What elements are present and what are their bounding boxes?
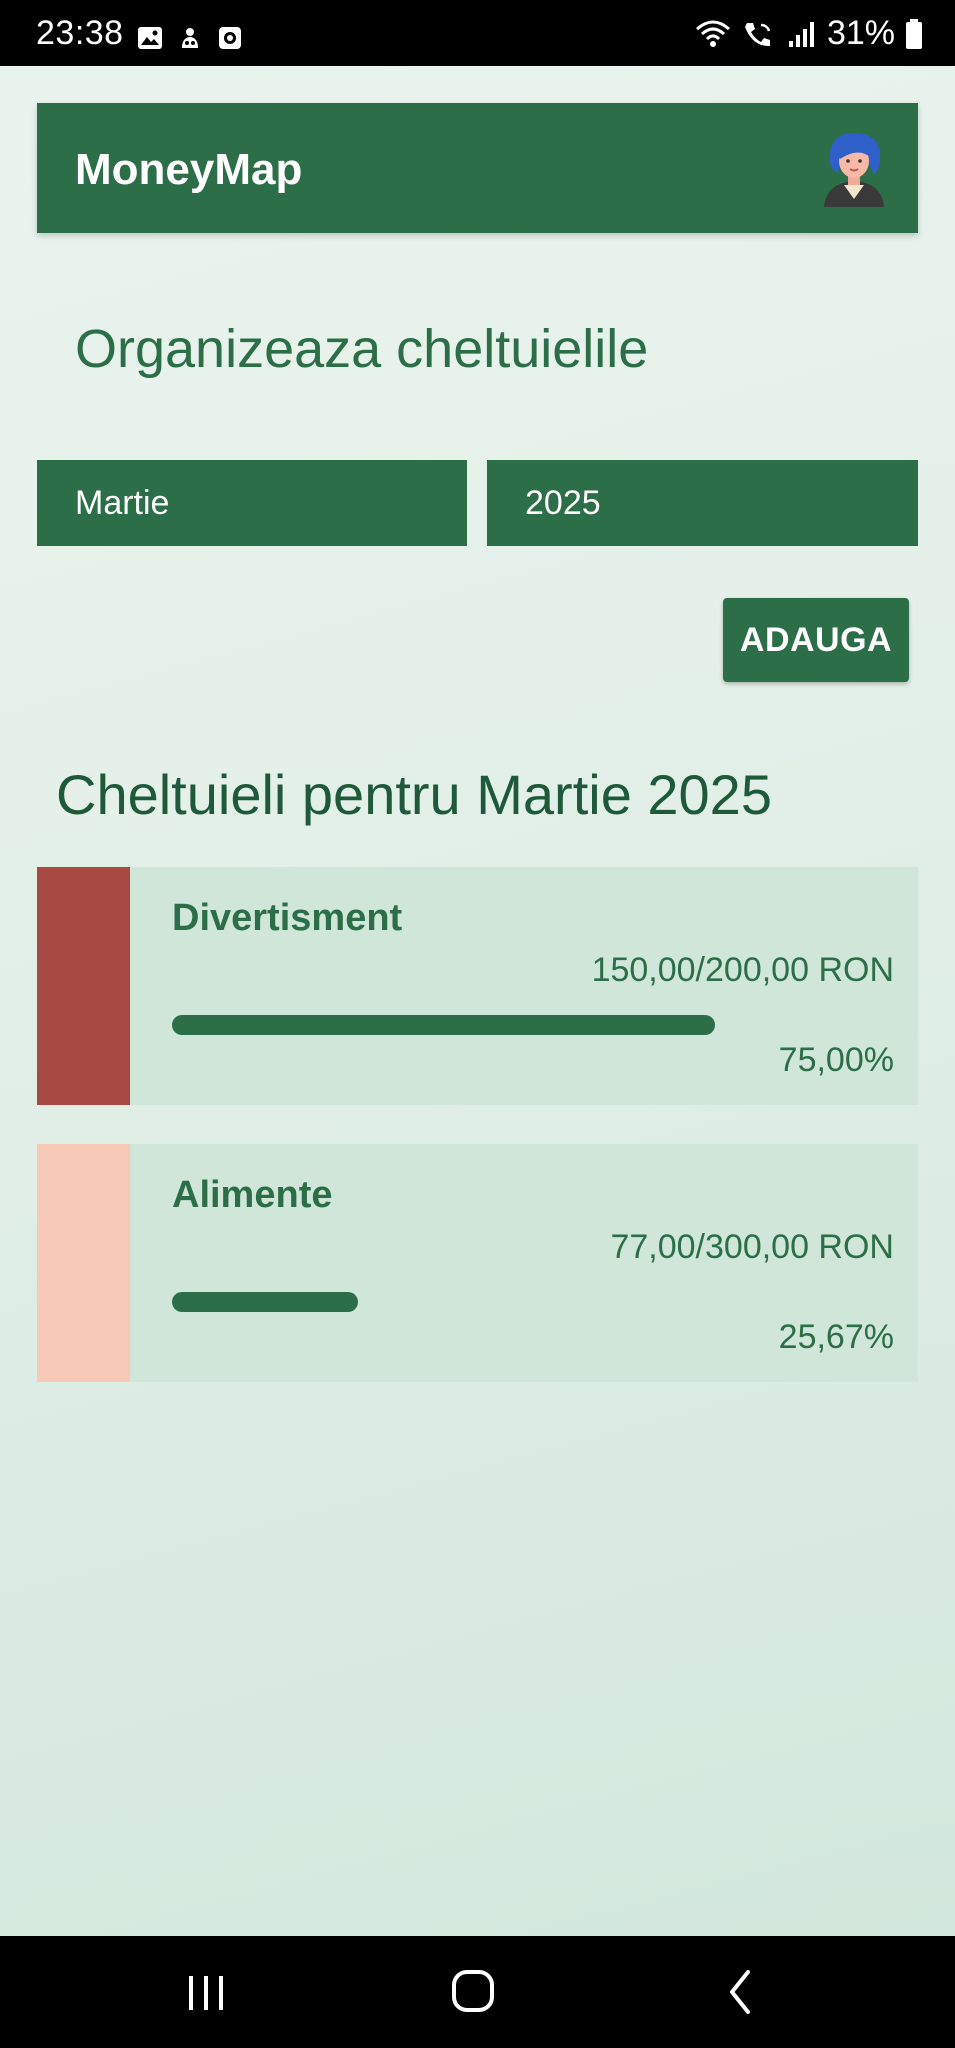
gallery-icon xyxy=(138,27,162,49)
app-toolbar: MoneyMap xyxy=(37,103,918,233)
expense-amount: 150,00/200,00 RON xyxy=(591,951,894,989)
signal-icon xyxy=(788,21,814,47)
expense-card[interactable]: Alimente 77,00/300,00 RON 25,67% xyxy=(37,1144,918,1382)
home-icon[interactable] xyxy=(443,1964,503,2020)
status-time: 23:38 xyxy=(36,14,124,52)
avatar-icon[interactable] xyxy=(818,127,890,207)
expense-amount: 77,00/300,00 RON xyxy=(610,1228,894,1266)
status-icons-left xyxy=(136,24,244,52)
app-title: MoneyMap xyxy=(75,145,303,194)
progress-fill xyxy=(172,1015,715,1035)
category-color-strip xyxy=(37,867,130,1105)
expense-card[interactable]: Divertisment 150,00/200,00 RON 75,00% xyxy=(37,867,918,1105)
app-content: MoneyMap Organizeaza cheltuielile Martie… xyxy=(0,66,955,1936)
wifi-icon xyxy=(695,20,730,47)
year-select[interactable]: 2025 xyxy=(487,460,918,546)
add-button[interactable]: ADAUGA xyxy=(723,598,909,682)
wifi-call-icon xyxy=(744,22,771,46)
expense-percent: 75,00% xyxy=(778,1041,894,1079)
battery-percent: 31% xyxy=(826,14,895,52)
back-icon[interactable] xyxy=(712,1964,772,2020)
category-name: Divertisment xyxy=(172,897,403,939)
category-name: Alimente xyxy=(172,1174,333,1216)
category-color-strip xyxy=(37,1144,130,1382)
battery-icon xyxy=(906,18,922,49)
progress-bar xyxy=(172,1015,896,1035)
expense-percent: 25,67% xyxy=(778,1318,894,1356)
app-icon xyxy=(219,27,241,49)
month-select[interactable]: Martie xyxy=(37,460,467,546)
progress-bar xyxy=(172,1292,896,1312)
status-right: 31% xyxy=(695,14,923,53)
section-title: Cheltuieli pentru Martie 2025 xyxy=(56,763,772,826)
recents-icon[interactable] xyxy=(176,1964,236,2020)
status-bar: 23:38 31% xyxy=(0,0,955,66)
notification-icon xyxy=(182,28,198,48)
progress-fill xyxy=(172,1292,358,1312)
navigation-bar xyxy=(0,1936,955,2048)
page-title: Organizeaza cheltuielile xyxy=(75,319,649,379)
